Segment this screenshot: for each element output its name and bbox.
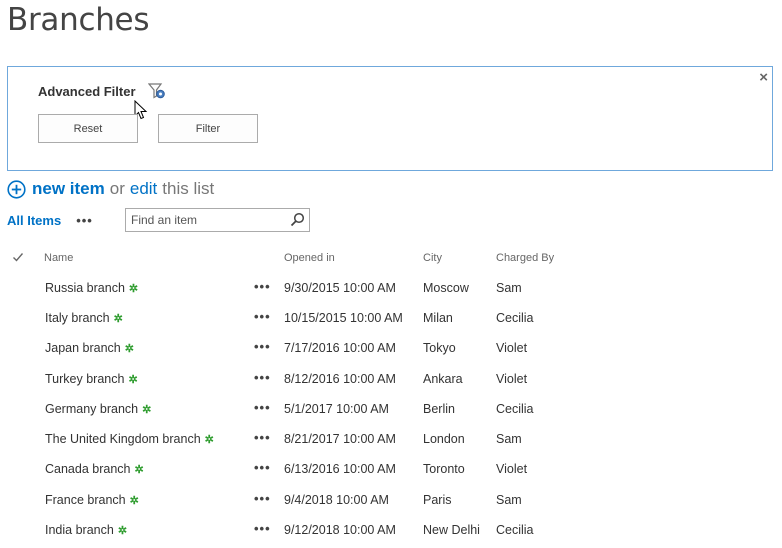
page-title: Branches <box>7 2 150 38</box>
charged-by-cell: Cecilia <box>496 311 534 325</box>
new-item-icon: ✲ <box>113 313 123 325</box>
opened-in-cell: 9/12/2018 10:00 AM <box>284 523 396 537</box>
column-header-charged-by[interactable]: Charged By <box>496 252 554 264</box>
table-row[interactable]: Russia branch ✲ ••• 9/30/2015 10:00 AM Mo… <box>0 274 782 304</box>
column-header-city[interactable]: City <box>423 252 442 264</box>
item-more-icon[interactable]: ••• <box>254 339 271 354</box>
item-name-link[interactable]: France branch ✲ <box>45 493 139 507</box>
item-name-link[interactable]: Germany branch ✲ <box>45 402 151 416</box>
opened-in-cell: 5/1/2017 10:00 AM <box>284 402 389 416</box>
item-more-icon[interactable]: ••• <box>254 279 271 294</box>
item-name-link[interactable]: Canada branch ✲ <box>45 462 144 476</box>
new-item-icon: ✲ <box>142 404 152 416</box>
new-item-icon: ✲ <box>124 343 134 355</box>
charged-by-cell: Sam <box>496 493 522 507</box>
item-name-link[interactable]: Italy branch ✲ <box>45 311 123 325</box>
item-more-icon[interactable]: ••• <box>254 309 271 324</box>
item-more-icon[interactable]: ••• <box>254 521 271 536</box>
table-row[interactable]: Canada branch ✲ ••• 6/13/2016 10:00 AM To… <box>0 455 782 485</box>
search-input[interactable] <box>126 209 296 231</box>
new-item-icon: ✲ <box>129 495 139 507</box>
advanced-filter-panel: × Advanced Filter Reset Filter <box>7 66 773 171</box>
new-item-icon: ✲ <box>134 464 144 476</box>
item-more-icon[interactable]: ••• <box>254 370 271 385</box>
opened-in-cell: 10/15/2015 10:00 AM <box>284 311 403 325</box>
view-selector: All Items ••• <box>7 207 93 233</box>
opened-in-cell: 7/17/2016 10:00 AM <box>284 341 396 355</box>
table-row[interactable]: France branch ✲ ••• 9/4/2018 10:00 AM Par… <box>0 486 782 516</box>
advanced-filter-title: Advanced Filter <box>38 84 136 99</box>
new-item-toolbar: new item or edit this list <box>7 177 214 201</box>
filter-gear-icon[interactable] <box>148 82 166 100</box>
charged-by-cell: Violet <box>496 372 528 386</box>
new-item-icon: ✲ <box>128 374 138 386</box>
item-more-icon[interactable]: ••• <box>254 460 271 475</box>
opened-in-cell: 6/13/2016 10:00 AM <box>284 462 396 476</box>
table-row[interactable]: Germany branch ✲ ••• 5/1/2017 10:00 AM Be… <box>0 395 782 425</box>
opened-in-cell: 9/4/2018 10:00 AM <box>284 493 389 507</box>
search-box <box>125 208 310 232</box>
item-more-icon[interactable]: ••• <box>254 491 271 506</box>
item-name-link[interactable]: Russia branch ✲ <box>45 281 138 295</box>
edit-list-link[interactable]: edit <box>130 179 157 199</box>
opened-in-cell: 8/12/2016 10:00 AM <box>284 372 396 386</box>
column-header-name[interactable]: Name <box>44 252 73 264</box>
city-cell: New Delhi <box>423 523 480 537</box>
search-icon[interactable] <box>290 212 305 227</box>
item-more-icon[interactable]: ••• <box>254 430 271 445</box>
new-item-icon: ✲ <box>117 525 128 537</box>
city-cell: Paris <box>423 493 452 507</box>
city-cell: Tokyo <box>423 341 456 355</box>
reset-button[interactable]: Reset <box>38 114 138 143</box>
new-item-icon: ✲ <box>128 283 139 295</box>
item-name-link[interactable]: India branch ✲ <box>45 523 127 537</box>
new-item-icon: ✲ <box>204 434 214 446</box>
view-more-icon[interactable]: ••• <box>76 213 93 228</box>
this-list-text: this list <box>162 179 215 198</box>
select-all-checkmark-icon[interactable] <box>12 251 24 263</box>
close-icon[interactable]: × <box>759 69 768 87</box>
charged-by-cell: Cecilia <box>496 402 534 416</box>
table-row[interactable]: Italy branch ✲ ••• 10/15/2015 10:00 AM Mi… <box>0 304 782 334</box>
all-items-view[interactable]: All Items <box>7 213 61 228</box>
charged-by-cell: Sam <box>496 432 522 446</box>
table-row[interactable]: Turkey branch ✲ ••• 8/12/2016 10:00 AM An… <box>0 365 782 395</box>
charged-by-cell: Violet <box>496 462 528 476</box>
item-name-link[interactable]: The United Kingdom branch ✲ <box>45 432 214 446</box>
new-item-link[interactable]: new item <box>32 179 105 199</box>
city-cell: Ankara <box>423 372 463 386</box>
plus-circle-icon[interactable] <box>7 179 26 199</box>
item-name-link[interactable]: Turkey branch ✲ <box>45 372 138 386</box>
item-more-icon[interactable]: ••• <box>254 400 271 415</box>
city-cell: Toronto <box>423 462 465 476</box>
city-cell: Milan <box>423 311 453 325</box>
table-row[interactable]: Japan branch ✲ ••• 7/17/2016 10:00 AM Tok… <box>0 334 782 364</box>
charged-by-cell: Sam <box>496 281 522 295</box>
opened-in-cell: 9/30/2015 10:00 AM <box>284 281 396 295</box>
charged-by-cell: Cecilia <box>496 523 534 537</box>
city-cell: Moscow <box>423 281 469 295</box>
city-cell: London <box>423 432 465 446</box>
or-text: or <box>109 179 125 198</box>
table-row[interactable]: The United Kingdom branch ✲ ••• 8/21/2017… <box>0 425 782 455</box>
charged-by-cell: Violet <box>496 341 528 355</box>
opened-in-cell: 8/21/2017 10:00 AM <box>284 432 396 446</box>
item-name-link[interactable]: Japan branch ✲ <box>45 341 134 355</box>
column-header-opened-in[interactable]: Opened in <box>284 252 335 264</box>
table-row[interactable]: India branch ✲ ••• 9/12/2018 10:00 AM New… <box>0 516 782 546</box>
filter-button[interactable]: Filter <box>158 114 258 143</box>
city-cell: Berlin <box>423 402 455 416</box>
